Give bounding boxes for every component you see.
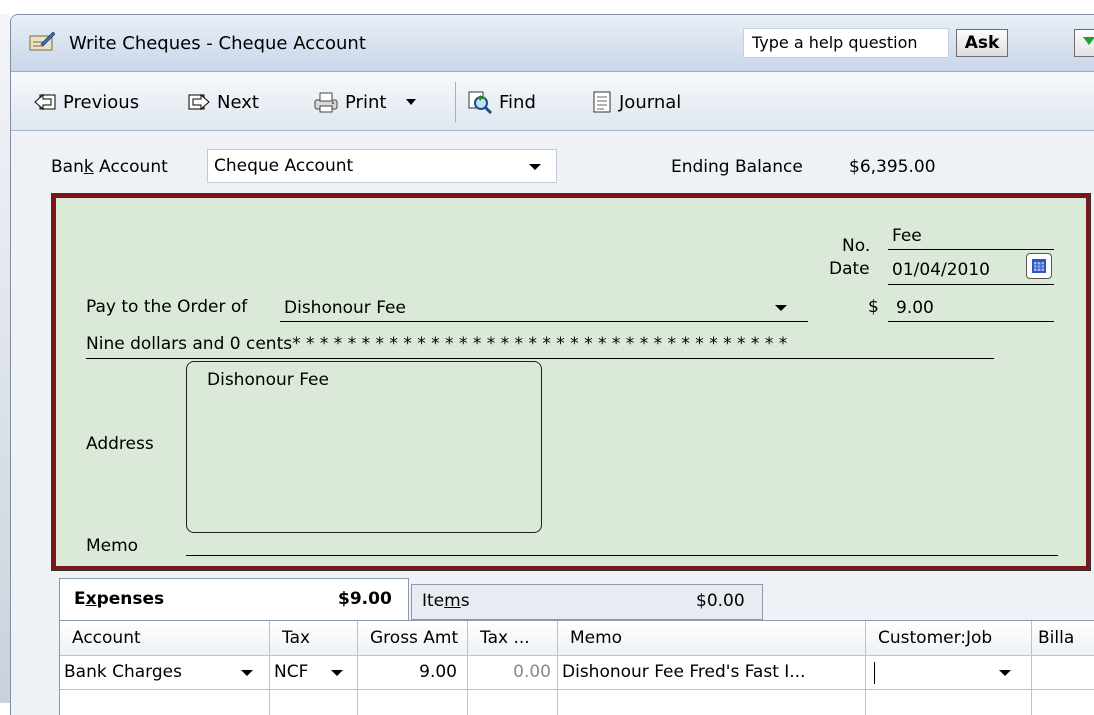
cheque-number-field[interactable]: Fee — [892, 226, 922, 246]
journal-button[interactable]: Journal — [591, 88, 681, 116]
cell-memo[interactable]: Dishonour Fee Fred's Fast I... — [558, 655, 866, 689]
address-label: Address — [86, 434, 154, 454]
memo-field[interactable] — [186, 555, 1058, 556]
empty-cell[interactable] — [60, 689, 270, 715]
cell-account-value: Bank Charges — [64, 662, 182, 682]
cell-customer-job[interactable] — [866, 655, 1032, 689]
expenses-grid: Account Tax Gross Amt Tax ... Memo Custo… — [59, 620, 1094, 715]
detail-tabs: Expenses $9.00 Items $0.00 — [59, 578, 1094, 622]
next-button[interactable]: Next — [187, 88, 259, 116]
toolbar: Previous Next Print Find Journal — [11, 72, 1094, 131]
cheque-form: No. Fee Date 01/04/2010 Pay to the Order… — [51, 193, 1091, 571]
cheque-number-underline — [888, 249, 1054, 250]
tab-expenses-label: Expenses — [74, 589, 165, 609]
cell-tax-value: NCF — [274, 662, 309, 682]
column-header-tax-amt[interactable]: Tax ... — [468, 621, 558, 655]
date-underline — [888, 284, 1054, 285]
tab-items-total: $0.00 — [696, 591, 745, 611]
account-chevron-down-icon[interactable] — [240, 669, 254, 677]
tax-chevron-down-icon[interactable] — [330, 669, 344, 677]
tab-items-label: Items — [422, 591, 470, 611]
address-box[interactable]: Dishonour Fee — [186, 361, 542, 533]
pay-to-label: Pay to the Order of — [86, 297, 248, 317]
cell-tax[interactable]: NCF — [270, 655, 358, 689]
empty-cell[interactable] — [866, 689, 1032, 715]
payee-chevron-down-icon[interactable] — [774, 304, 788, 312]
customer-chevron-down-icon[interactable] — [998, 669, 1012, 677]
ending-balance-value: $6,395.00 — [849, 157, 936, 177]
column-header-customer-job[interactable]: Customer:Job — [866, 621, 1032, 655]
bank-account-value: Cheque Account — [214, 156, 354, 176]
cell-account[interactable]: Bank Charges — [60, 655, 270, 689]
print-button[interactable]: Print — [313, 88, 430, 116]
desktop-top — [0, 0, 1094, 14]
calendar-grid-icon — [1032, 259, 1046, 273]
live-help-button[interactable] — [1074, 29, 1094, 57]
chevron-down-icon — [529, 164, 541, 170]
date-label: Date — [829, 259, 870, 279]
text-cursor — [874, 662, 875, 684]
green-triangle-icon — [1083, 37, 1094, 45]
print-dropdown-icon[interactable] — [402, 96, 424, 108]
date-field[interactable]: 01/04/2010 — [892, 260, 990, 280]
address-text: Dishonour Fee — [207, 370, 329, 390]
column-header-tax[interactable]: Tax — [270, 621, 358, 655]
empty-cell[interactable] — [1032, 689, 1094, 715]
empty-cell[interactable] — [558, 689, 866, 715]
previous-label: Previous — [63, 91, 140, 113]
previous-button[interactable]: Previous — [33, 88, 139, 116]
journal-label: Journal — [619, 91, 682, 113]
column-header-memo[interactable]: Memo — [558, 621, 866, 655]
tab-items[interactable]: Items $0.00 — [411, 584, 763, 620]
empty-cell[interactable] — [468, 689, 558, 715]
bank-account-select[interactable]: Cheque Account — [207, 149, 557, 183]
write-cheque-icon — [29, 31, 55, 51]
journal-document-icon — [593, 91, 611, 113]
payee-underline — [280, 321, 808, 322]
amount-field[interactable]: 9.00 — [896, 298, 934, 318]
tab-expenses[interactable]: Expenses $9.00 — [59, 578, 409, 622]
column-header-gross-amt[interactable]: Gross Amt — [358, 621, 468, 655]
amount-underline — [888, 321, 1054, 322]
ask-button[interactable]: Ask — [956, 29, 1008, 57]
printer-icon — [314, 92, 338, 113]
amount-dollar-label: $ — [868, 297, 879, 317]
calendar-icon[interactable] — [1026, 253, 1052, 279]
print-label: Print — [345, 91, 387, 113]
toolbar-separator — [455, 82, 456, 122]
ending-balance-label: Ending Balance — [671, 157, 803, 177]
next-arrow-icon — [188, 93, 210, 111]
help-question-input[interactable]: Type a help question — [743, 28, 949, 58]
empty-cell[interactable] — [270, 689, 358, 715]
amount-in-words: Nine dollars and 0 cents* * * * * * * * … — [86, 334, 788, 354]
payee-field[interactable]: Dishonour Fee — [284, 298, 406, 318]
title-bar: Write Cheques - Cheque Account Type a he… — [11, 15, 1094, 72]
column-header-account[interactable]: Account — [60, 621, 270, 655]
cheque-number-label: No. — [842, 236, 871, 256]
amount-words-underline — [86, 358, 994, 359]
memo-label: Memo — [86, 536, 139, 556]
bank-account-label: Bank Account — [51, 157, 168, 177]
cell-tax-amt: 0.00 — [468, 655, 558, 689]
desktop-background — [0, 0, 10, 703]
empty-cell[interactable] — [358, 689, 468, 715]
cell-gross-amt[interactable]: 9.00 — [358, 655, 468, 689]
previous-arrow-icon — [34, 93, 56, 111]
find-magnifier-icon — [468, 91, 493, 114]
window-title: Write Cheques - Cheque Account — [69, 33, 366, 54]
find-button[interactable]: Find — [467, 88, 536, 116]
next-label: Next — [217, 91, 259, 113]
write-cheques-window: Write Cheques - Cheque Account Type a he… — [10, 14, 1094, 715]
find-label: Find — [499, 91, 536, 113]
tab-expenses-total: $9.00 — [338, 589, 392, 609]
cell-billable[interactable] — [1032, 655, 1094, 689]
column-header-billable[interactable]: Billa — [1032, 621, 1094, 655]
